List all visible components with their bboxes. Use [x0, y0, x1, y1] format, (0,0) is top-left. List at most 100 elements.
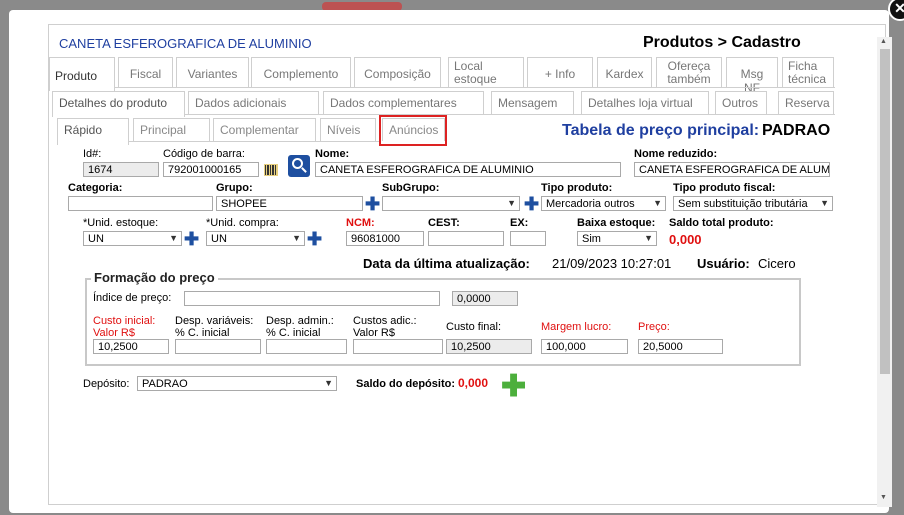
deposit-select[interactable]: PADRAO ▼: [137, 376, 337, 391]
tab-principal[interactable]: Principal: [133, 118, 210, 141]
final-cost-label: Custo final:: [446, 321, 502, 333]
short-name-input[interactable]: CANETA ESFEROGRAFICA DE ALUM: [634, 162, 830, 177]
price-index-label: Índice de preço:: [93, 292, 172, 304]
tab-ficha-tecnica[interactable]: Ficha técnica: [782, 57, 834, 87]
stock-drop-select[interactable]: Sim ▼: [577, 231, 657, 246]
add-cost-label-1: Custos adic.:: [353, 315, 417, 327]
price-label: Preço:: [638, 321, 670, 333]
category-input[interactable]: [68, 196, 213, 211]
purchase-unit-select[interactable]: UN ▼: [206, 231, 305, 246]
tab-mensagem[interactable]: Mensagem: [491, 91, 574, 114]
user-label: Usuário:: [697, 256, 750, 271]
var-exp-label-2: % C. inicial: [175, 327, 230, 339]
admin-exp-input[interactable]: [266, 339, 347, 354]
tab-msg-nf[interactable]: Msg NF: [726, 57, 778, 95]
ncm-input[interactable]: 96081000: [346, 231, 424, 246]
tab-fiscal[interactable]: Fiscal: [118, 57, 173, 87]
tab-kardex[interactable]: Kardex: [597, 57, 652, 87]
ncm-label: NCM:: [346, 217, 375, 229]
deposit-balance-label: Saldo do depósito:: [356, 378, 455, 390]
tab-divider: [115, 87, 835, 88]
search-icon[interactable]: [288, 155, 310, 177]
var-exp-label-1: Desp. variáveis:: [175, 315, 254, 327]
tab-ofereca-tambem[interactable]: Ofereça também: [656, 57, 722, 87]
id-field: 1674: [83, 162, 159, 177]
tab-divider: [129, 141, 379, 142]
barcode-icon[interactable]: [264, 163, 278, 177]
subgroup-select[interactable]: ▼: [382, 196, 520, 211]
name-label: Nome:: [315, 148, 350, 160]
plus-icon[interactable]: ✚: [307, 230, 322, 248]
plus-icon[interactable]: ✚: [501, 372, 526, 402]
price-index-input[interactable]: [184, 291, 440, 306]
last-update-value: 21/09/2023 10:27:01: [552, 256, 672, 271]
add-cost-input[interactable]: [353, 339, 443, 354]
name-input[interactable]: CANETA ESFEROGRAFICA DE ALUMINIO: [315, 162, 621, 177]
stock-drop-label: Baixa estoque:: [577, 217, 656, 229]
chevron-down-icon: ▼: [820, 198, 829, 208]
tab-mais-info[interactable]: + Info: [527, 57, 593, 87]
scroll-down-icon[interactable]: ▼: [880, 494, 887, 501]
tab-composicao[interactable]: Composição: [354, 57, 441, 87]
add-cost-label-2: Valor R$: [353, 327, 395, 339]
var-exp-input[interactable]: [175, 339, 261, 354]
fiscal-type-value: Sem substituição tributária: [678, 198, 808, 210]
chevron-down-icon: ▼: [169, 233, 178, 243]
ex-label: EX:: [510, 217, 529, 229]
group-input[interactable]: SHOPEE: [216, 196, 363, 211]
final-cost-field: 10,2500: [446, 339, 532, 354]
tab-dados-adicionais[interactable]: Dados adicionais: [188, 91, 319, 114]
tab-detalhes-loja-virtual[interactable]: Detalhes loja virtual: [581, 91, 709, 114]
chevron-down-icon: ▼: [644, 233, 653, 243]
tab-complementar[interactable]: Complementar: [213, 118, 316, 141]
product-type-select[interactable]: Mercadoria outros ▼: [541, 196, 666, 211]
tab-niveis[interactable]: Níveis: [320, 118, 376, 141]
tab-complemento[interactable]: Complemento: [251, 57, 351, 87]
stock-unit-value: UN: [88, 233, 104, 245]
tab-dados-complementares[interactable]: Dados complementares: [323, 91, 484, 114]
total-balance-value: 0,000: [669, 232, 702, 247]
ex-input[interactable]: [510, 231, 546, 246]
chevron-down-icon: ▼: [324, 378, 333, 388]
tab-outros[interactable]: Outros: [715, 91, 767, 114]
tab-detalhes-produto[interactable]: Detalhes do produto: [52, 91, 185, 117]
user-value: Cicero: [758, 256, 796, 271]
plus-icon[interactable]: ✚: [524, 195, 539, 213]
initial-cost-label: Custo inicial: Valor R$: [93, 315, 155, 339]
purchase-unit-label: *Unid. compra:: [206, 217, 279, 229]
var-exp-label: Desp. variáveis:% C. inicial: [175, 315, 253, 339]
last-update-label: Data da última atualização:: [363, 256, 530, 271]
scroll-up-icon[interactable]: ▲: [880, 38, 887, 45]
tab-produto[interactable]: Produto: [49, 57, 115, 91]
deposit-value: PADRAO: [142, 378, 188, 390]
chevron-down-icon: ▼: [653, 198, 662, 208]
deposit-label: Depósito:: [83, 378, 130, 390]
plus-icon[interactable]: ✚: [184, 230, 199, 248]
fiscal-type-select[interactable]: Sem substituição tributária ▼: [673, 196, 833, 211]
subgroup-label: SubGrupo:: [382, 182, 440, 194]
product-name-title: CANETA ESFEROGRAFICA DE ALUMINIO: [59, 36, 312, 51]
price-table-value: PADRAO: [762, 122, 831, 139]
scrollbar-thumb[interactable]: [880, 49, 890, 374]
margin-input[interactable]: 100,000: [541, 339, 628, 354]
tab-rapido[interactable]: Rápido: [57, 118, 129, 145]
chevron-down-icon: ▼: [507, 198, 516, 208]
fiscal-type-label: Tipo produto fiscal:: [673, 182, 776, 194]
tab-reserva[interactable]: Reserva: [778, 91, 834, 114]
purchase-unit-value: UN: [211, 233, 227, 245]
price-input[interactable]: 20,5000: [638, 339, 723, 354]
scrollbar[interactable]: ▲ ▼: [877, 37, 892, 507]
barcode-label: Código de barra:: [163, 148, 245, 160]
pricing-legend: Formação do preço: [91, 270, 218, 285]
anuncios-highlight: [379, 115, 447, 146]
deposit-balance-value: 0,000: [458, 376, 489, 390]
initial-cost-input[interactable]: 10,2500: [93, 339, 169, 354]
stock-unit-select[interactable]: UN ▼: [83, 231, 182, 246]
tab-variantes[interactable]: Variantes: [176, 57, 249, 87]
admin-exp-label-1: Desp. admin.:: [266, 315, 334, 327]
cest-input[interactable]: [428, 231, 504, 246]
plus-icon[interactable]: ✚: [365, 195, 380, 213]
barcode-input[interactable]: 792001000165: [163, 162, 259, 177]
chevron-down-icon: ▼: [292, 233, 301, 243]
tab-local-estoque[interactable]: Local estoque: [448, 57, 524, 87]
